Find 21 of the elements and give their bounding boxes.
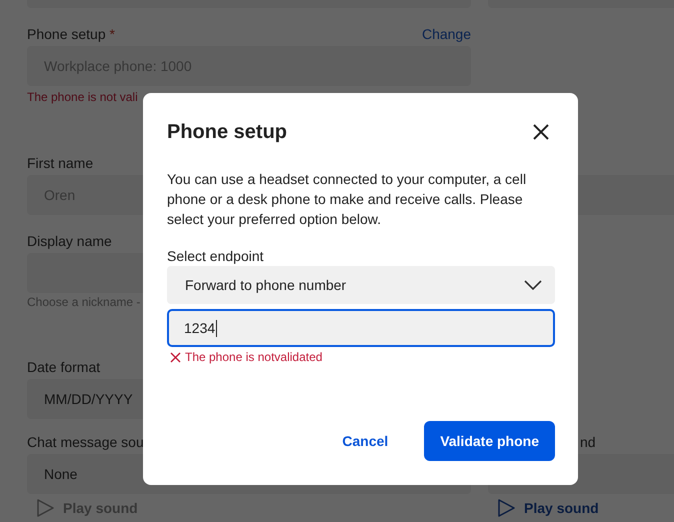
play-icon bbox=[496, 498, 516, 518]
cancel-button[interactable]: Cancel bbox=[342, 421, 388, 461]
close-button[interactable] bbox=[531, 122, 551, 142]
chevron-down-icon bbox=[524, 280, 542, 290]
error-message: The phone is not vali bbox=[27, 90, 139, 104]
field-label: First name bbox=[27, 155, 94, 172]
field-label: Chat message sou bbox=[27, 434, 144, 451]
field-label: Select endpoint bbox=[167, 248, 264, 265]
dialog-description: You can use a headset connected to your computer, a cell phone or a desk phone to make and receive calls. Please select your preferred option below. bbox=[167, 170, 528, 229]
play-icon bbox=[35, 498, 55, 518]
endpoint-select[interactable]: Forward to phone number bbox=[167, 266, 555, 304]
phone-number-input[interactable]: 1234 bbox=[167, 309, 555, 347]
dialog-title: Phone setup bbox=[167, 120, 288, 144]
error-icon bbox=[170, 352, 181, 362]
field-label: Date format bbox=[27, 359, 100, 376]
field-label: nd bbox=[580, 434, 596, 451]
field-label: Display name bbox=[27, 233, 112, 250]
error-message: The phone is notvalidated bbox=[185, 350, 322, 364]
validate-button[interactable]: Validate phone bbox=[424, 421, 555, 461]
field-label: Phone setup * bbox=[27, 26, 115, 43]
close-icon bbox=[531, 122, 551, 142]
